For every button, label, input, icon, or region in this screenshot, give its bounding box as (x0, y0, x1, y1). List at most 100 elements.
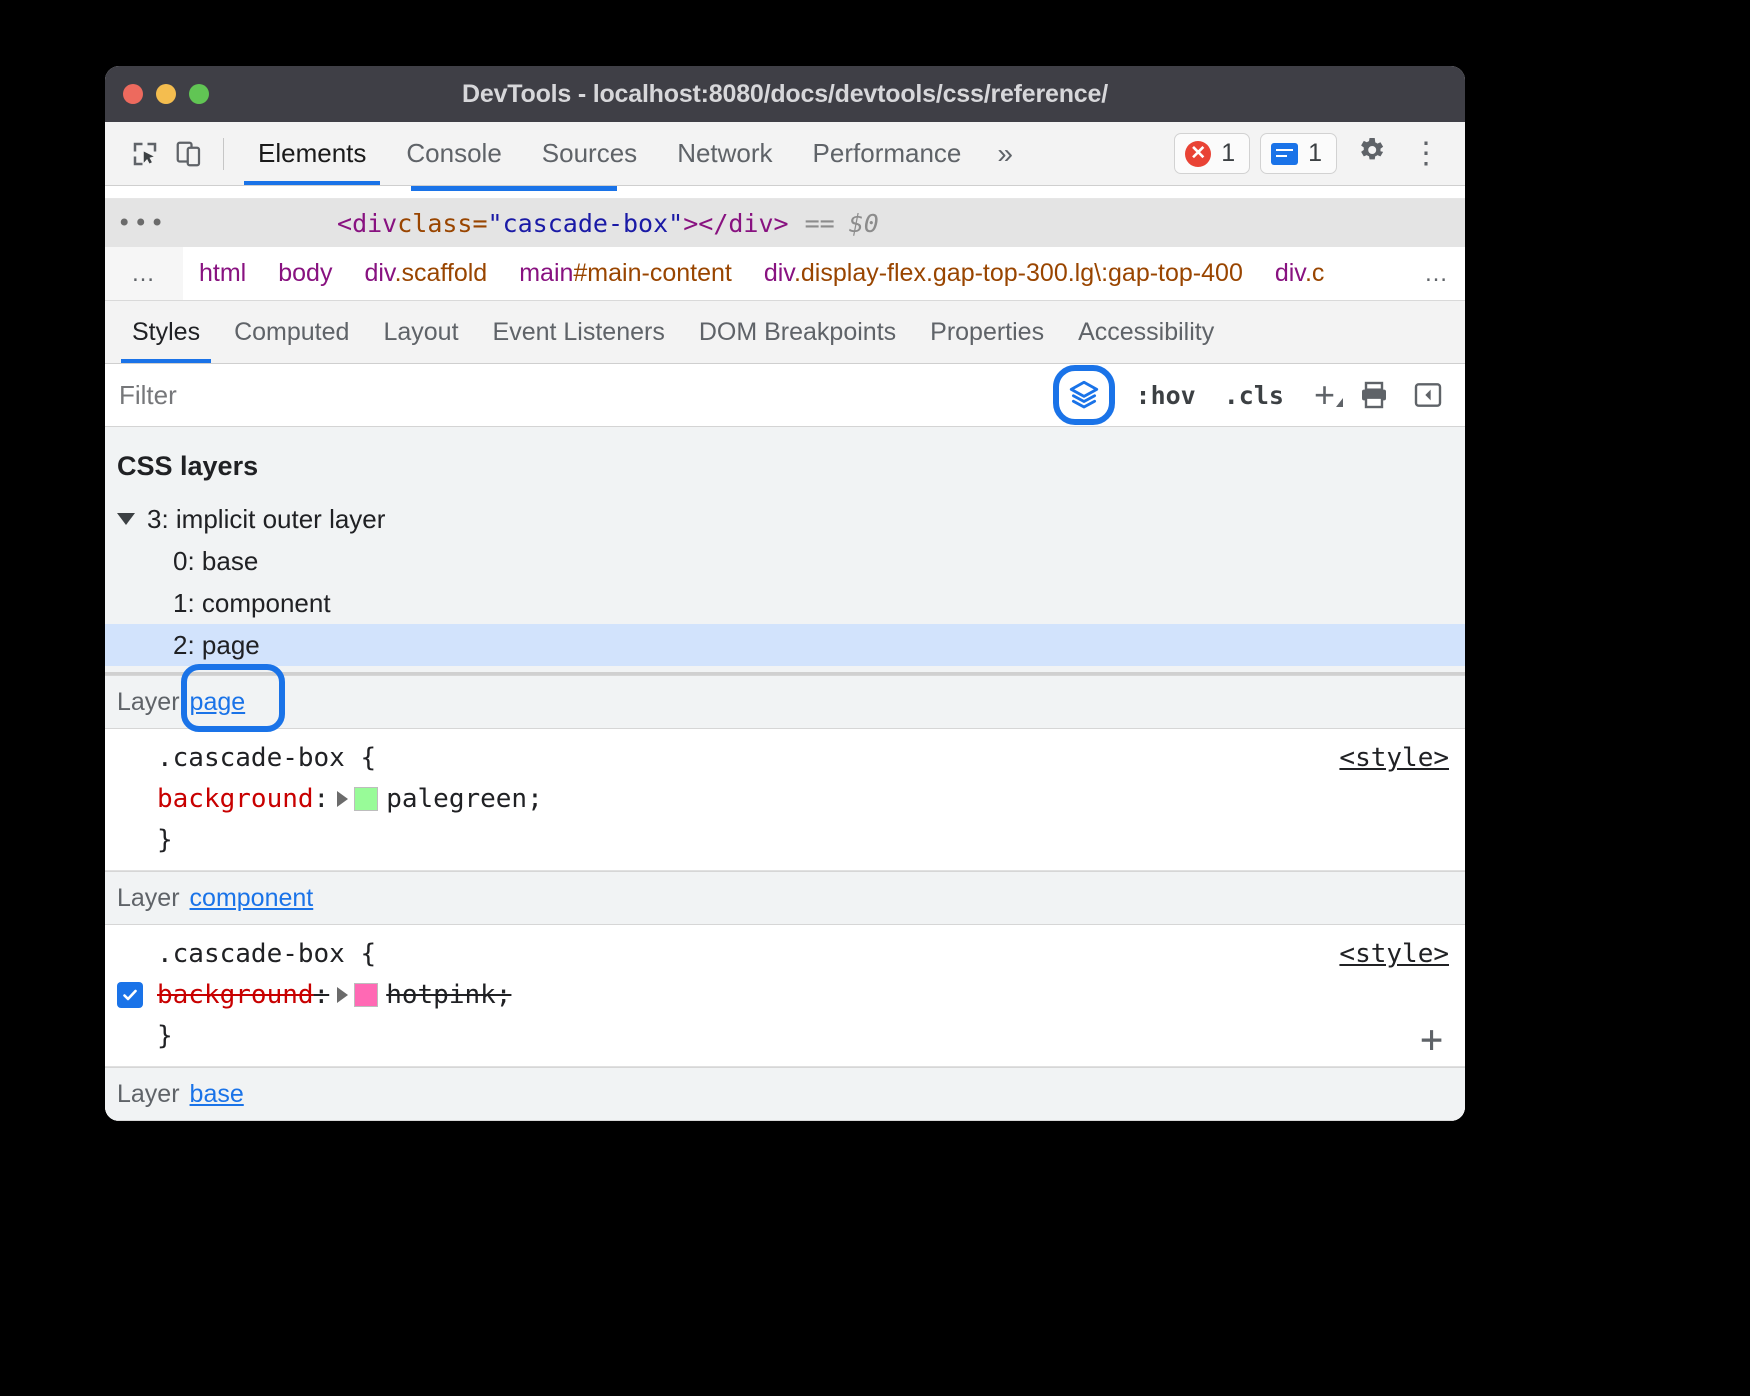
toggle-sidebar-button[interactable] (1401, 371, 1455, 419)
toggle-element-classes-button[interactable]: .cls (1210, 381, 1298, 410)
dom-ellipsis[interactable]: ••• (117, 209, 337, 237)
error-count-badge[interactable]: ✕ 1 (1174, 133, 1250, 174)
expand-value-icon[interactable] (337, 987, 348, 1003)
settings-button[interactable] (1347, 134, 1395, 174)
css-layers-title: CSS layers (105, 441, 1465, 498)
dom-tag-name: div (352, 209, 397, 238)
breadcrumb-item-div-scaffold[interactable]: div.scaffold (348, 259, 503, 288)
dom-tree-scroll-remnant (105, 186, 1465, 199)
breadcrumb-item-div-display-flex[interactable]: div.display-flex.gap-top-300.lg\:gap-top… (748, 259, 1259, 288)
devtools-window: DevTools - localhost:8080/docs/devtools/… (105, 66, 1465, 1121)
dom-dollar-zero: $0 (849, 209, 879, 238)
gear-icon (1355, 134, 1387, 166)
window-title: DevTools - localhost:8080/docs/devtools/… (105, 80, 1465, 109)
layer-header-base: Layer base (105, 1067, 1465, 1121)
rule-source-link[interactable]: <style> (1339, 939, 1449, 969)
layer-prefix-label: Layer (117, 688, 180, 717)
rule-selector[interactable]: .cascade-box { (157, 939, 376, 969)
rule-declaration-line[interactable]: background: palegreen; (105, 778, 1465, 819)
computed-styles-print-button[interactable] (1347, 371, 1401, 419)
declaration-property[interactable]: background (157, 980, 314, 1010)
breadcrumb-item-html[interactable]: html (183, 259, 262, 288)
css-layer-item-label: 1: component (173, 588, 331, 619)
color-swatch[interactable] (354, 983, 378, 1007)
rule-declaration-line[interactable]: background: hotpink; (105, 974, 1465, 1015)
sidebar-pane-tabs: Styles Computed Layout Event Listeners D… (105, 301, 1465, 364)
tab-console[interactable]: Console (386, 122, 521, 185)
breadcrumb-class: #main-content (573, 259, 731, 287)
rule-source-link[interactable]: <style> (1339, 743, 1449, 773)
pane-tab-dom-breakpoints[interactable]: DOM Breakpoints (682, 301, 913, 363)
breadcrumb-overflow-right[interactable]: … (1409, 247, 1465, 300)
css-layer-root[interactable]: 3: implicit outer layer (105, 498, 1465, 540)
declaration-enabled-checkbox[interactable] (117, 982, 143, 1008)
css-layers-toggle-button[interactable] (1056, 371, 1112, 419)
pane-tab-styles-label: Styles (132, 318, 200, 347)
css-layer-item-component[interactable]: 1: component (105, 582, 1465, 624)
breadcrumb-tag: div (1275, 259, 1305, 287)
color-swatch[interactable] (354, 787, 378, 811)
chevron-down-icon (1336, 398, 1343, 407)
styles-pane-content: CSS layers 3: implicit outer layer 0: ba… (105, 427, 1465, 1121)
rule-closing-line: } (105, 1015, 1465, 1056)
panel-tab-list: Elements Console Sources Network Perform… (238, 122, 981, 185)
declaration-colon: : (314, 784, 330, 814)
toggle-pseudo-classes-button[interactable]: :hov (1122, 381, 1210, 410)
rule-closing-line: } (105, 819, 1465, 860)
pane-tab-accessibility[interactable]: Accessibility (1061, 301, 1231, 363)
css-layers-panel: CSS layers 3: implicit outer layer 0: ba… (105, 427, 1465, 675)
minimize-window-button[interactable] (156, 84, 176, 104)
breadcrumb-tag: div (764, 259, 794, 287)
tab-network[interactable]: Network (657, 122, 792, 185)
rule-closing-brace: } (157, 825, 173, 855)
pane-tab-dom-breakpoints-label: DOM Breakpoints (699, 318, 896, 347)
chevron-down-icon[interactable] (117, 513, 135, 525)
css-layer-item-label: 2: page (173, 630, 260, 661)
layer-link-base[interactable]: base (190, 1080, 244, 1109)
pane-tab-event-listeners[interactable]: Event Listeners (476, 301, 682, 363)
layer-prefix-label: Layer (117, 1080, 180, 1109)
toggle-device-toolbar-button[interactable] (167, 132, 211, 176)
plus-glyph: + (1314, 374, 1335, 415)
dom-equals: == (805, 209, 835, 238)
declaration-colon: : (314, 980, 330, 1010)
styles-filter-input[interactable] (117, 379, 1056, 412)
declaration-value[interactable]: palegreen; (386, 784, 543, 814)
declaration-property[interactable]: background (157, 784, 314, 814)
css-layer-item-base[interactable]: 0: base (105, 540, 1465, 582)
maximize-window-button[interactable] (189, 84, 209, 104)
new-style-rule-button[interactable]: + (1298, 381, 1347, 410)
declaration-value[interactable]: hotpink; (386, 980, 511, 1010)
message-count-badge[interactable]: 1 (1260, 133, 1337, 174)
pane-tab-styles[interactable]: Styles (115, 301, 217, 363)
expand-value-icon[interactable] (337, 791, 348, 807)
dom-selected-node-row[interactable]: ••• <div class="cascade-box"></div> == $… (105, 199, 1465, 247)
layer-header-page: Layer page (105, 675, 1465, 729)
pane-tab-properties[interactable]: Properties (913, 301, 1061, 363)
tab-performance[interactable]: Performance (793, 122, 982, 185)
rule-selector-line[interactable]: .cascade-box { (105, 737, 1465, 778)
layer-link-page[interactable]: page (190, 688, 246, 717)
breadcrumb-tag: main (519, 259, 573, 287)
breadcrumb-overflow-left[interactable]: … (105, 247, 183, 300)
more-panels-button[interactable]: » (981, 138, 1029, 170)
css-layer-root-label: 3: implicit outer layer (147, 504, 385, 535)
pane-tab-layout[interactable]: Layout (366, 301, 475, 363)
layer-link-component[interactable]: component (190, 884, 314, 913)
add-declaration-button[interactable]: + (1420, 1024, 1443, 1054)
rule-selector[interactable]: .cascade-box { (157, 743, 376, 773)
css-layer-item-page[interactable]: 2: page (105, 624, 1465, 666)
breadcrumb-item-div-truncated[interactable]: div.c (1259, 259, 1341, 288)
pane-tab-properties-label: Properties (930, 318, 1044, 347)
tab-elements[interactable]: Elements (238, 122, 386, 185)
main-menu-button[interactable]: ⋮ (1405, 136, 1451, 171)
breadcrumb-item-main-content[interactable]: main#main-content (503, 259, 748, 288)
inspect-element-button[interactable] (123, 132, 167, 176)
pane-tab-computed[interactable]: Computed (217, 301, 366, 363)
print-style-icon (1358, 379, 1390, 411)
tab-sources[interactable]: Sources (522, 122, 657, 185)
close-window-button[interactable] (123, 84, 143, 104)
breadcrumb-item-body[interactable]: body (262, 259, 348, 288)
rule-selector-line[interactable]: .cascade-box { (105, 933, 1465, 974)
breadcrumb-class: .display-flex.gap-top-300.lg\:gap-top-40… (794, 259, 1243, 287)
